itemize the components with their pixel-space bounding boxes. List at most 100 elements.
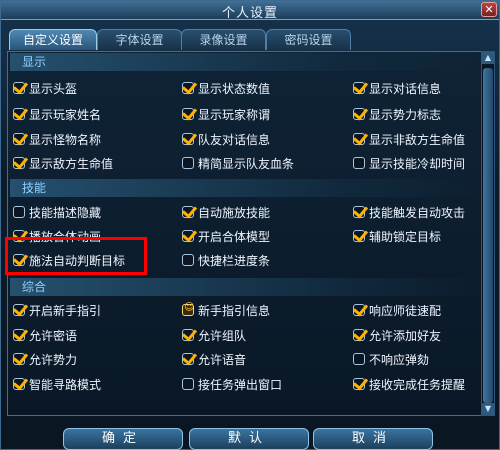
checkbox[interactable] — [182, 230, 194, 242]
option-label: 开启新手指引 — [29, 303, 102, 318]
option-item[interactable]: 快捷栏进度条 — [182, 251, 270, 269]
title-bar[interactable]: 个人设置 ✕ — [1, 1, 499, 21]
ok-button[interactable]: 确定 — [63, 428, 183, 450]
option-label: 自动施放技能 — [198, 205, 271, 220]
option-label: 允许密语 — [29, 328, 78, 343]
checkbox[interactable] — [182, 157, 194, 169]
option-label: 新手指引信息 — [198, 303, 271, 318]
option-item[interactable]: 允许添加好友 — [353, 326, 441, 344]
checkbox[interactable] — [353, 206, 365, 218]
checkbox[interactable] — [182, 329, 194, 341]
checkbox[interactable] — [13, 206, 25, 218]
checkbox[interactable] — [353, 157, 365, 169]
option-item[interactable]: 允许语音 — [182, 350, 246, 368]
option-item[interactable]: 显示对话信息 — [353, 79, 441, 97]
checkbox[interactable] — [13, 378, 25, 390]
option-item[interactable]: 显示势力标志 — [353, 105, 441, 123]
scroll-down-icon[interactable]: ▼ — [482, 403, 494, 415]
option-item[interactable]: 显示非敌方生命值 — [353, 130, 465, 148]
checkbox[interactable] — [182, 108, 194, 120]
checkbox[interactable] — [182, 353, 194, 365]
checkbox[interactable] — [353, 82, 365, 94]
checkbox[interactable] — [353, 329, 365, 341]
checkbox[interactable] — [13, 82, 25, 94]
option-item[interactable]: 允许势力 — [13, 350, 77, 368]
checkbox[interactable] — [353, 133, 365, 145]
checkbox[interactable] — [182, 206, 194, 218]
option-item[interactable]: 响应师徒速配 — [353, 301, 441, 319]
tab-password-settings[interactable]: 密码设置 — [266, 29, 351, 50]
tab-custom-settings[interactable]: 自定义设置 — [9, 29, 97, 50]
option-item[interactable]: 显示头盔 — [13, 79, 77, 97]
checkbox[interactable] — [13, 133, 25, 145]
guide-icon[interactable] — [182, 302, 194, 316]
option-label: 显示头盔 — [29, 81, 78, 96]
checkbox[interactable] — [182, 133, 194, 145]
option-label: 快捷栏进度条 — [198, 253, 271, 268]
option-label: 开启合体模型 — [198, 229, 271, 244]
option-item[interactable]: 辅助锁定目标 — [353, 227, 441, 245]
option-item[interactable]: 允许密语 — [13, 326, 77, 344]
option-item[interactable]: 接任务弹出窗口 — [182, 375, 282, 393]
scrollbar[interactable]: ▲ ▼ — [481, 51, 495, 416]
option-item[interactable]: 队友对话信息 — [182, 130, 270, 148]
option-item[interactable]: 精简显示队友血条 — [182, 154, 294, 172]
option-label: 不响应弹劾 — [369, 352, 430, 367]
option-label: 允许势力 — [29, 352, 78, 367]
close-icon[interactable]: ✕ — [481, 2, 497, 17]
scroll-up-icon[interactable]: ▲ — [482, 52, 494, 64]
option-label: 显示怪物名称 — [29, 132, 102, 147]
option-item[interactable]: 开启新手指引 — [13, 301, 101, 319]
section-skills: 技能 — [10, 179, 480, 197]
default-button[interactable]: 默认 — [189, 428, 309, 450]
option-label: 显示玩家姓名 — [29, 107, 102, 122]
option-label: 显示敌方生命值 — [29, 156, 114, 171]
checkbox[interactable] — [353, 230, 365, 242]
option-label: 允许组队 — [198, 328, 247, 343]
option-item[interactable]: 显示技能冷却时间 — [353, 154, 465, 172]
option-item[interactable]: 允许组队 — [182, 326, 246, 344]
option-item[interactable]: 不响应弹劾 — [353, 350, 429, 368]
option-item[interactable]: 开启合体模型 — [182, 227, 270, 245]
option-item[interactable]: 显示状态数值 — [182, 79, 270, 97]
cancel-button[interactable]: 取消 — [313, 428, 433, 450]
checkbox[interactable] — [13, 304, 25, 316]
option-item[interactable]: 显示敌方生命值 — [13, 154, 113, 172]
option-item[interactable]: 接收完成任务提醒 — [353, 375, 465, 393]
option-label: 显示状态数值 — [198, 81, 271, 96]
option-label: 技能描述隐藏 — [29, 205, 102, 220]
option-label: 接收完成任务提醒 — [369, 377, 466, 392]
option-label: 精简显示队友血条 — [198, 156, 295, 171]
checkbox[interactable] — [353, 378, 365, 390]
option-item[interactable]: 显示玩家称谓 — [182, 105, 270, 123]
option-label: 技能触发自动攻击 — [369, 205, 466, 220]
option-label: 显示玩家称谓 — [198, 107, 271, 122]
checkbox[interactable] — [13, 353, 25, 365]
option-label: 显示非敌方生命值 — [369, 132, 466, 147]
option-item[interactable]: 显示玩家姓名 — [13, 105, 101, 123]
checkbox[interactable] — [13, 329, 25, 341]
checkbox[interactable] — [13, 108, 25, 120]
checkbox[interactable] — [353, 353, 365, 365]
option-item[interactable]: 自动施放技能 — [182, 203, 270, 221]
checkbox[interactable] — [13, 157, 25, 169]
tab-font-settings[interactable]: 字体设置 — [97, 29, 182, 50]
settings-window: 个人设置 ✕ 自定义设置 字体设置 录像设置 密码设置 ▲ ▼ 显示 技能 综合… — [0, 0, 500, 450]
scroll-thumb[interactable] — [483, 68, 493, 403]
checkbox[interactable] — [182, 82, 194, 94]
option-item[interactable]: 显示怪物名称 — [13, 130, 101, 148]
section-display: 显示 — [10, 53, 480, 71]
checkbox[interactable] — [353, 304, 365, 316]
checkbox[interactable] — [182, 254, 194, 266]
option-label: 接任务弹出窗口 — [198, 377, 283, 392]
option-item[interactable]: 技能触发自动攻击 — [353, 203, 465, 221]
option-label: 队友对话信息 — [198, 132, 271, 147]
highlight-box — [5, 237, 147, 275]
option-item[interactable]: 智能寻路模式 — [13, 375, 101, 393]
checkbox[interactable] — [182, 378, 194, 390]
option-label: 允许语音 — [198, 352, 247, 367]
option-item[interactable]: 技能描述隐藏 — [13, 203, 101, 221]
checkbox[interactable] — [353, 108, 365, 120]
tab-recording-settings[interactable]: 录像设置 — [181, 29, 266, 50]
option-item[interactable]: 新手指引信息 — [182, 301, 270, 319]
